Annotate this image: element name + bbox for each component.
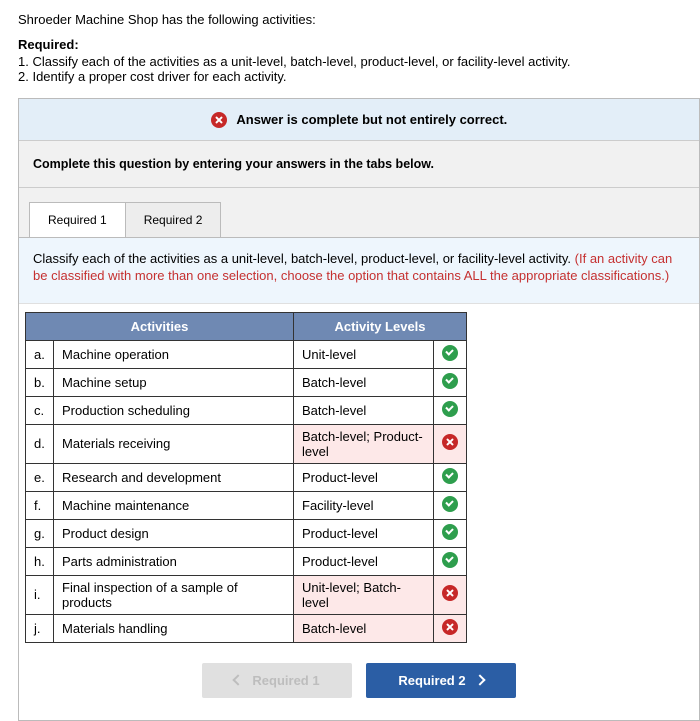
row-status <box>434 463 467 491</box>
row-activity: Production scheduling <box>54 396 294 424</box>
tab-required-2[interactable]: Required 2 <box>125 202 222 237</box>
row-level-select[interactable]: Product-level <box>294 463 434 491</box>
status-bar: Answer is complete but not entirely corr… <box>19 99 699 141</box>
table-row: b.Machine setupBatch-level <box>26 368 467 396</box>
error-icon <box>442 434 458 450</box>
intro-text: Shroeder Machine Shop has the following … <box>18 12 700 27</box>
row-status <box>434 614 467 642</box>
answer-panel: Answer is complete but not entirely corr… <box>18 98 700 721</box>
check-icon <box>442 524 458 540</box>
table-row: a.Machine operationUnit-level <box>26 340 467 368</box>
row-status <box>434 396 467 424</box>
status-text: Answer is complete but not entirely corr… <box>236 112 507 127</box>
row-letter: b. <box>26 368 54 396</box>
row-status <box>434 340 467 368</box>
row-letter: g. <box>26 519 54 547</box>
row-activity: Machine maintenance <box>54 491 294 519</box>
activities-table: Activities Activity Levels a.Machine ope… <box>25 312 467 643</box>
check-icon <box>442 345 458 361</box>
table-row: c.Production schedulingBatch-level <box>26 396 467 424</box>
row-level-select[interactable]: Batch-level <box>294 368 434 396</box>
row-level-select[interactable]: Batch-level <box>294 614 434 642</box>
hint-main: Classify each of the activities as a uni… <box>33 251 575 266</box>
row-activity: Research and development <box>54 463 294 491</box>
required-line-1: 1. Classify each of the activities as a … <box>18 54 700 69</box>
classification-hint: Classify each of the activities as a uni… <box>19 238 699 304</box>
next-button[interactable]: Required 2 <box>366 663 516 698</box>
row-activity: Materials receiving <box>54 424 294 463</box>
tab-body: Classify each of the activities as a uni… <box>19 237 699 720</box>
prev-button: Required 1 <box>202 663 352 698</box>
required-label: Required: <box>18 37 700 52</box>
table-row: d.Materials receivingBatch-level; Produc… <box>26 424 467 463</box>
row-letter: h. <box>26 547 54 575</box>
row-status <box>434 424 467 463</box>
prev-label: Required 1 <box>252 673 319 688</box>
row-activity: Materials handling <box>54 614 294 642</box>
required-line-2: 2. Identify a proper cost driver for eac… <box>18 69 700 84</box>
row-status <box>434 491 467 519</box>
tabs-instruction: Complete this question by entering your … <box>19 141 699 188</box>
row-letter: j. <box>26 614 54 642</box>
table-row: h.Parts administrationProduct-level <box>26 547 467 575</box>
chevron-right-icon <box>474 674 485 685</box>
row-level-select[interactable]: Batch-level; Product-level <box>294 424 434 463</box>
check-icon <box>442 468 458 484</box>
check-icon <box>442 552 458 568</box>
row-level-select[interactable]: Product-level <box>294 519 434 547</box>
row-letter: e. <box>26 463 54 491</box>
next-label: Required 2 <box>398 673 465 688</box>
error-icon <box>442 619 458 635</box>
row-letter: a. <box>26 340 54 368</box>
table-row: j.Materials handlingBatch-level <box>26 614 467 642</box>
error-icon <box>442 585 458 601</box>
row-activity: Machine setup <box>54 368 294 396</box>
check-icon <box>442 373 458 389</box>
col-activity-levels: Activity Levels <box>294 312 467 340</box>
row-activity: Machine operation <box>54 340 294 368</box>
row-status <box>434 547 467 575</box>
row-level-select[interactable]: Batch-level <box>294 396 434 424</box>
table-row: e.Research and developmentProduct-level <box>26 463 467 491</box>
row-letter: f. <box>26 491 54 519</box>
row-status <box>434 519 467 547</box>
row-letter: d. <box>26 424 54 463</box>
tab-required-1[interactable]: Required 1 <box>29 202 126 237</box>
error-icon <box>211 112 227 128</box>
table-row: g.Product designProduct-level <box>26 519 467 547</box>
row-level-select[interactable]: Unit-level <box>294 340 434 368</box>
check-icon <box>442 496 458 512</box>
row-level-select[interactable]: Product-level <box>294 547 434 575</box>
chevron-left-icon <box>233 674 244 685</box>
row-level-select[interactable]: Facility-level <box>294 491 434 519</box>
row-letter: c. <box>26 396 54 424</box>
col-activities: Activities <box>26 312 294 340</box>
row-activity: Product design <box>54 519 294 547</box>
check-icon <box>442 401 458 417</box>
row-status <box>434 368 467 396</box>
table-row: f.Machine maintenanceFacility-level <box>26 491 467 519</box>
tabs: Required 1 Required 2 <box>29 202 699 237</box>
row-activity: Parts administration <box>54 547 294 575</box>
